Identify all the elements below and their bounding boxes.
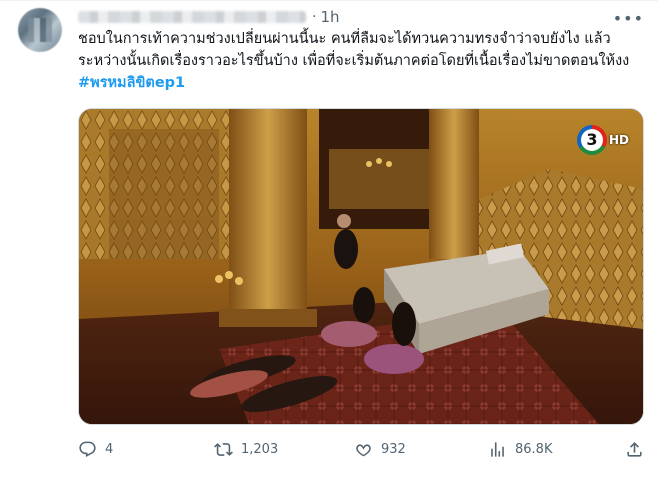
channel-logo: 3 HD	[576, 125, 629, 155]
tweet-body: ชอบในการเท้าความช่วงเปลี่ยนผ่านนี้นะ คนท…	[78, 31, 630, 69]
views-button[interactable]: 86.8K	[488, 440, 552, 459]
channel-number: 3	[580, 129, 603, 151]
share-icon	[627, 442, 642, 457]
retweet-count: 1,203	[241, 442, 279, 457]
tweet-media[interactable]: 3 HD	[78, 108, 644, 425]
share-button[interactable]	[625, 440, 644, 459]
hashtag-link[interactable]: #พรหมลิขิตep1	[78, 75, 185, 91]
blurred-author-name[interactable]	[78, 11, 306, 23]
heart-icon	[356, 444, 371, 457]
tweet-actions: 4 1,203 932 86.8K	[78, 440, 644, 462]
tweet-time[interactable]: 1h	[320, 8, 339, 26]
media-scene	[79, 109, 643, 424]
reply-count: 4	[105, 442, 114, 457]
retweet-button[interactable]: 1,203	[214, 440, 278, 459]
more-icon[interactable]: •••	[613, 9, 644, 28]
reply-icon	[79, 441, 96, 457]
channel-3-icon: 3	[576, 125, 607, 155]
like-count: 932	[381, 442, 406, 457]
retweet-icon	[214, 443, 233, 456]
views-chart-icon	[491, 442, 504, 457]
reply-button[interactable]: 4	[78, 440, 113, 459]
separator-dot: ·	[312, 9, 317, 25]
avatar[interactable]	[18, 8, 62, 52]
tweet-header: · 1h	[78, 8, 340, 26]
tweet-text: ชอบในการเท้าความช่วงเปลี่ยนผ่านนี้นะ คนท…	[78, 28, 644, 94]
top-divider	[0, 0, 658, 1]
channel-hd-label: HD	[608, 133, 629, 147]
view-count: 86.8K	[515, 442, 553, 457]
like-button[interactable]: 932	[354, 440, 406, 459]
